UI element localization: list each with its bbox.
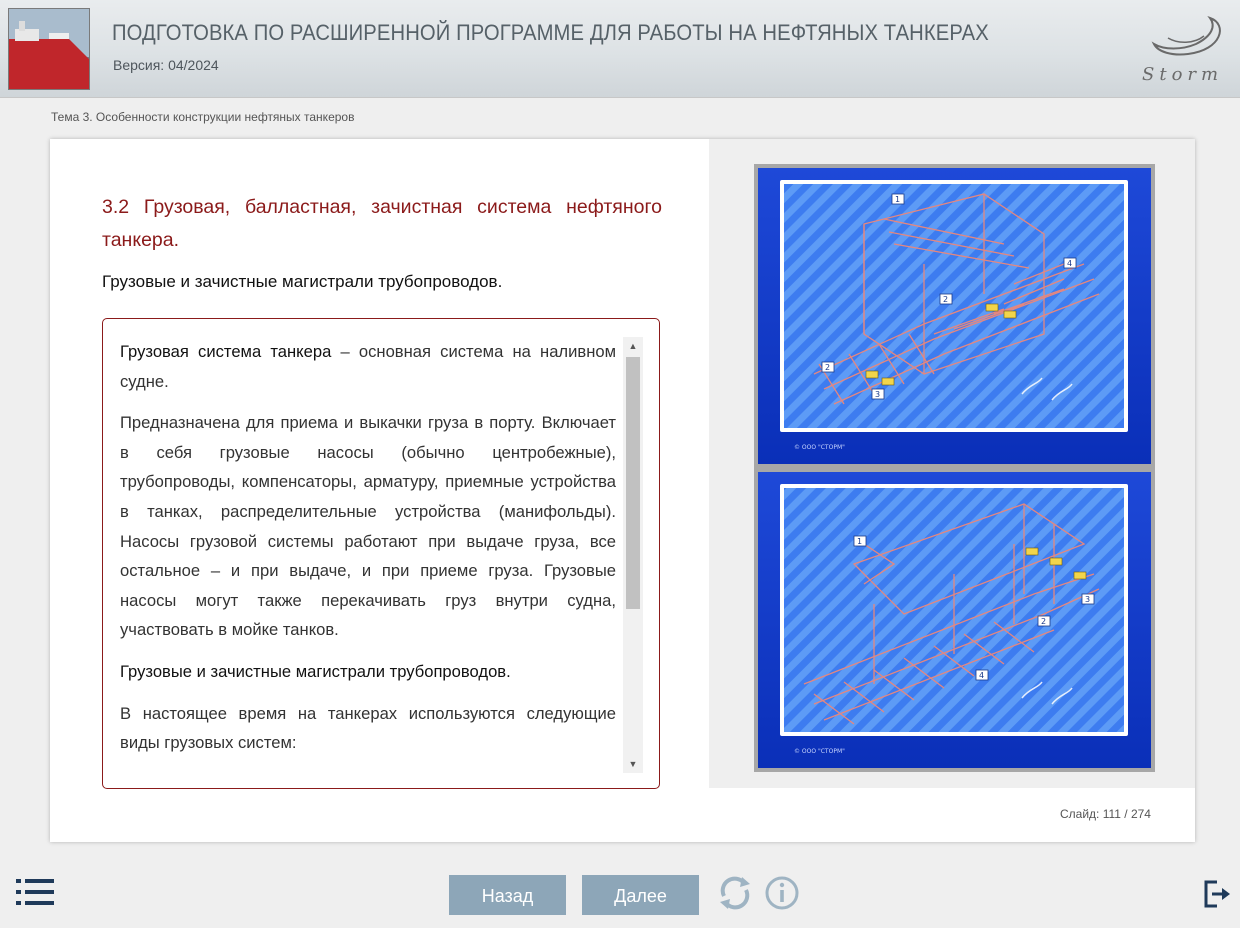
scroll-down-arrow-icon[interactable]: ▼ xyxy=(623,755,643,773)
refresh-icon[interactable] xyxy=(716,874,754,917)
lesson-title: 3.2 Грузовая, балластная, зачистная сист… xyxy=(102,196,662,251)
diagram-bottom-label-1: 1 xyxy=(857,537,862,546)
storm-logo: Storm xyxy=(1138,14,1230,86)
term-cargo-system: Грузовая система танкера xyxy=(120,342,332,361)
diagram-top-label-4: 4 xyxy=(1067,259,1072,268)
diagram-top-label-2: 2 xyxy=(943,295,948,304)
diagram-bottom-label-4: 4 xyxy=(979,671,984,680)
diagram-top-label-3: 3 xyxy=(875,390,880,399)
diagram-bottom-label-2: 2 xyxy=(1041,617,1046,626)
paragraph-1: Грузовая система танкера – основная сист… xyxy=(120,337,616,396)
pipeline-diagram-image[interactable]: 1 2 4 2 3 © ООО "СТОРМ" 1 2 3 4 © ООО "С… xyxy=(754,164,1155,772)
paragraph-2: Предназначена для приема и выкачки груза… xyxy=(120,413,616,640)
diagram-bottom-label-3: 3 xyxy=(1085,595,1090,604)
breadcrumb: Тема 3. Особенности конструкции нефтяных… xyxy=(51,110,355,124)
paragraph-4: В настоящее время на танкерах используют… xyxy=(120,703,616,753)
scroll-thumb[interactable] xyxy=(626,357,640,609)
svg-text:Storm: Storm xyxy=(1142,64,1223,85)
diagram-copyright-top: © ООО "СТОРМ" xyxy=(794,444,845,451)
slide-counter: Слайд: 111 / 274 xyxy=(1060,807,1151,821)
scroll-up-arrow-icon[interactable]: ▲ xyxy=(623,337,643,355)
exit-icon[interactable] xyxy=(1203,879,1231,914)
info-icon[interactable] xyxy=(764,874,802,917)
next-button[interactable]: Далее xyxy=(582,875,699,915)
back-button[interactable]: Назад xyxy=(449,875,566,915)
text-scroll-box[interactable]: Грузовая система танкера – основная сист… xyxy=(102,318,660,789)
text-content: Грузовая система танкера – основная сист… xyxy=(120,337,616,770)
app-header: ПОДГОТОВКА ПО РАСШИРЕННОЙ ПРОГРАММЕ ДЛЯ … xyxy=(0,0,1240,98)
image-panel: 1 2 4 2 3 © ООО "СТОРМ" 1 2 3 4 © ООО "С… xyxy=(709,139,1195,788)
course-version: Версия: 04/2024 xyxy=(113,57,219,73)
diagram-copyright-bottom: © ООО "СТОРМ" xyxy=(794,748,845,755)
lesson-subtitle: Грузовые и зачистные магистрали трубопро… xyxy=(102,272,503,291)
menu-list-icon[interactable] xyxy=(16,879,54,910)
paragraph-3-heading: Грузовые и зачистные магистрали трубопро… xyxy=(120,661,511,681)
text-scrollbar[interactable]: ▲ ▼ xyxy=(623,337,643,773)
diagram-top-label-1: 1 xyxy=(895,195,900,204)
diagram-top-label-2b: 2 xyxy=(825,363,830,372)
slide-card: 3.2 Грузовая, балластная, зачистная сист… xyxy=(50,139,1195,842)
tanker-thumbnail xyxy=(8,8,90,90)
course-title: ПОДГОТОВКА ПО РАСШИРЕННОЙ ПРОГРАММЕ ДЛЯ … xyxy=(112,20,989,45)
